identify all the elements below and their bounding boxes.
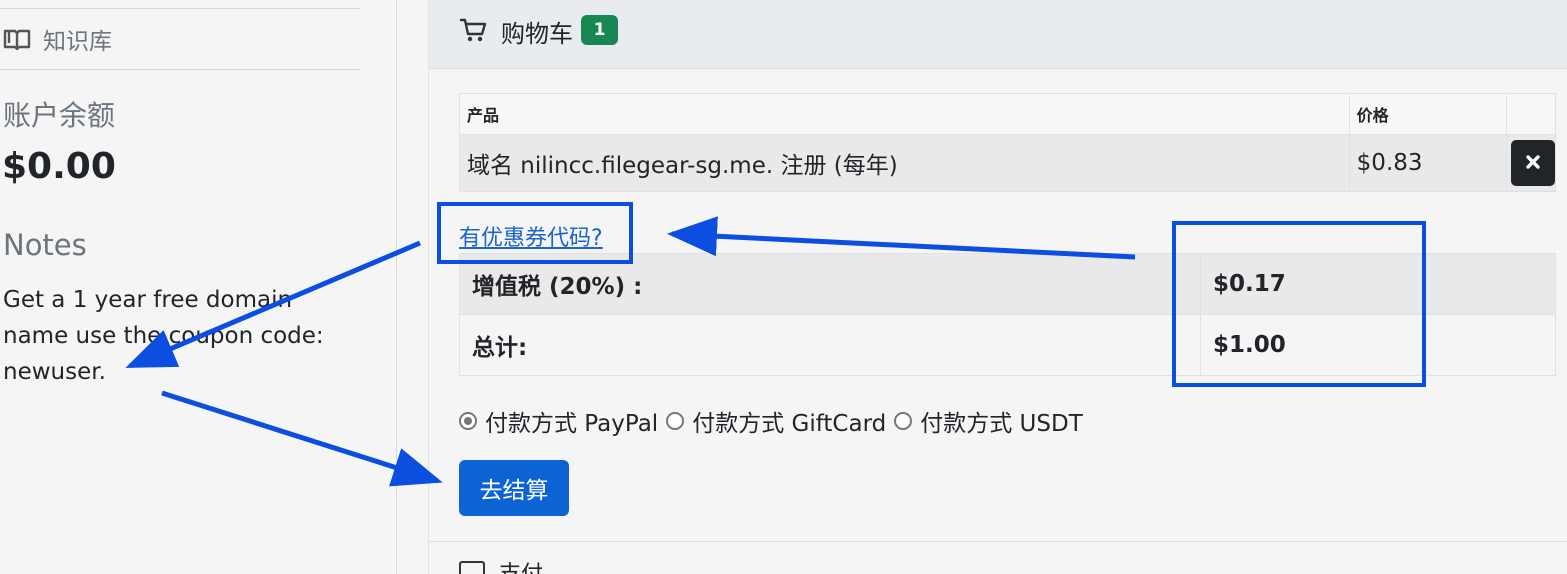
payment-option-label: 付款方式 USDT	[920, 411, 1083, 437]
coupon-highlight-box	[437, 202, 633, 264]
column-header-action	[1505, 93, 1557, 135]
payment-option-giftcard[interactable]: 付款方式 GiftCard	[666, 404, 886, 438]
payment-option-label: 付款方式 PayPal	[485, 411, 659, 437]
cart-count-badge: 1	[581, 15, 618, 45]
shopping-cart-icon	[459, 16, 487, 44]
balance-value: $0.00	[2, 146, 116, 187]
book-open-icon	[3, 27, 33, 51]
payment-option-paypal[interactable]: 付款方式 PayPal	[459, 404, 658, 438]
checkout-button[interactable]: 去结算	[459, 460, 569, 516]
column-header-product: 产品	[459, 93, 1350, 135]
payment-method-group: 付款方式 PayPal 付款方式 GiftCard 付款方式 USDT	[459, 404, 1091, 438]
section-divider	[429, 541, 1567, 542]
table-row: 域名 nilincc.filegear-sg.me. 注册 (每年) $0.83	[459, 134, 1557, 192]
sidebar: 知识库 账户余额 $0.00 Notes Get a 1 year free d…	[0, 0, 397, 574]
remove-item-button[interactable]	[1510, 140, 1555, 186]
action-cell	[1505, 134, 1557, 192]
radio-button[interactable]	[666, 412, 685, 430]
cart-header: 购物车 1	[429, 0, 1567, 69]
next-section-label: 支付	[499, 556, 543, 574]
notes-heading: Notes	[3, 228, 87, 262]
page: 知识库 账户余额 $0.00 Notes Get a 1 year free d…	[0, 0, 1567, 574]
total-label: 总计:	[459, 314, 1201, 376]
balance-heading: 账户余额	[3, 99, 116, 132]
cart-title: 购物车	[501, 20, 573, 48]
sidebar-item-knowledge-base[interactable]: 知识库	[0, 8, 360, 70]
close-icon	[1525, 154, 1541, 173]
radio-button[interactable]	[894, 412, 913, 430]
cart-items-table: 产品 价格 域名 nilincc.filegear-sg.me. 注册 (每年)…	[459, 93, 1557, 192]
product-price-cell: $0.83	[1348, 134, 1507, 192]
credit-card-icon	[459, 561, 485, 574]
payment-option-usdt[interactable]: 付款方式 USDT	[894, 404, 1083, 438]
notes-text: Get a 1 year free domain name use the co…	[3, 287, 324, 385]
table-header-row: 产品 价格	[459, 93, 1557, 135]
column-header-price: 价格	[1348, 93, 1507, 135]
radio-button[interactable]	[459, 412, 477, 430]
product-name-cell: 域名 nilincc.filegear-sg.me. 注册 (每年)	[459, 134, 1350, 192]
cart-panel: 购物车 1 产品 价格 域名 nilincc.filegear-sg.me. 注…	[428, 0, 1567, 574]
sidebar-item-label: 知识库	[43, 29, 112, 55]
payment-option-label: 付款方式 GiftCard	[692, 411, 887, 437]
next-section-header: 支付	[459, 556, 543, 574]
totals-highlight-box	[1172, 221, 1426, 387]
